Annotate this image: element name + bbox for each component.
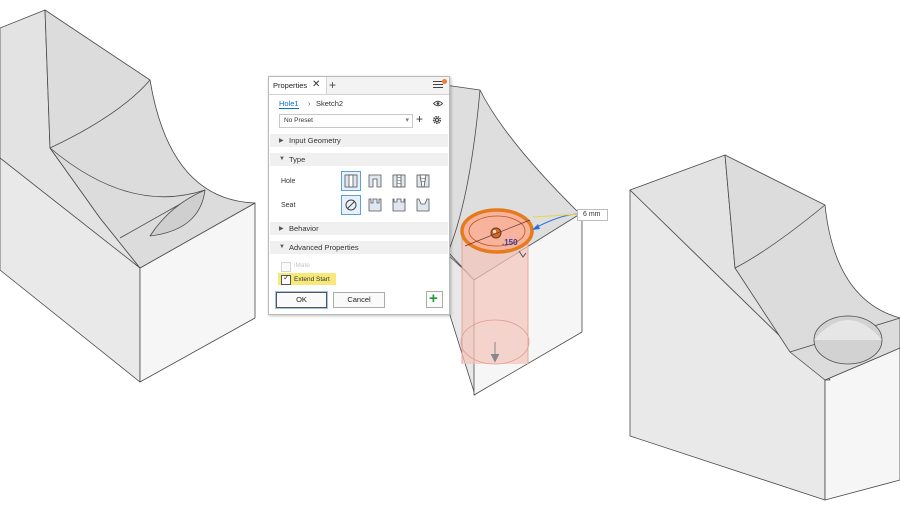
counterbore-icon bbox=[368, 198, 382, 212]
section-advanced-properties[interactable]: ▼ Advanced Properties bbox=[270, 241, 448, 254]
add-preset-button[interactable]: + bbox=[416, 112, 423, 126]
add-tab-icon[interactable]: + bbox=[329, 78, 336, 92]
ok-button[interactable]: OK bbox=[276, 292, 327, 308]
panel-tabbar: Properties ✕ + bbox=[269, 77, 449, 95]
section-input-geometry-label: Input Geometry bbox=[289, 136, 341, 145]
expanded-arrow-icon: ▼ bbox=[279, 244, 285, 250]
properties-panel: Properties ✕ + Hole1 › Sketch2 No Preset… bbox=[268, 76, 450, 315]
extend-start-label: Extend Start bbox=[294, 276, 330, 283]
hole-taper-tapped-button[interactable] bbox=[413, 171, 433, 191]
preset-dropdown[interactable]: No Preset ▾ bbox=[279, 114, 413, 128]
imate-checkbox bbox=[281, 262, 291, 272]
apply-button[interactable]: + bbox=[426, 290, 443, 308]
seat-countersink-button[interactable] bbox=[413, 195, 433, 215]
tab-properties[interactable]: Properties ✕ bbox=[269, 77, 327, 94]
section-behavior[interactable]: ▶ Behavior bbox=[270, 222, 448, 235]
breadcrumb-separator: › bbox=[308, 99, 311, 108]
right-block-model bbox=[629, 154, 900, 501]
countersink-icon bbox=[416, 198, 430, 212]
simple-hole-icon bbox=[344, 174, 358, 188]
expanded-arrow-icon: ▼ bbox=[279, 156, 285, 162]
no-seat-icon bbox=[345, 199, 357, 211]
seat-row-label: Seat bbox=[281, 202, 296, 209]
tapped-hole-icon bbox=[392, 174, 406, 188]
notification-dot bbox=[442, 79, 447, 84]
clearance-hole-icon bbox=[368, 174, 382, 188]
hole-clearance-button[interactable] bbox=[365, 171, 385, 191]
gear-icon[interactable] bbox=[432, 115, 442, 125]
cancel-button[interactable]: Cancel bbox=[333, 292, 385, 308]
seat-none-button[interactable] bbox=[341, 195, 361, 215]
hole-tapped-button[interactable] bbox=[389, 171, 409, 191]
section-behavior-label: Behavior bbox=[289, 224, 319, 233]
imate-label: iMate bbox=[294, 262, 310, 269]
3d-model-viewport[interactable] bbox=[0, 0, 900, 506]
section-input-geometry[interactable]: ▶ Input Geometry bbox=[270, 134, 448, 147]
extend-start-option[interactable]: ✓ Extend Start bbox=[278, 273, 336, 285]
section-type-label: Type bbox=[289, 155, 306, 164]
section-advanced-label: Advanced Properties bbox=[289, 243, 359, 252]
close-icon[interactable]: ✕ bbox=[312, 79, 320, 91]
chevron-down-icon: ▾ bbox=[405, 117, 409, 124]
eye-icon[interactable] bbox=[433, 100, 443, 107]
tab-properties-label: Properties bbox=[273, 81, 308, 90]
extend-start-checkbox[interactable]: ✓ bbox=[281, 273, 291, 285]
diameter-dimension-label[interactable]: 6 mm bbox=[577, 209, 608, 221]
hole-simple-button[interactable] bbox=[341, 171, 361, 191]
section-type[interactable]: ▼ Type bbox=[270, 153, 448, 166]
spotface-icon bbox=[392, 198, 406, 212]
preset-value: No Preset bbox=[284, 117, 313, 124]
collapsed-arrow-icon: ▶ bbox=[279, 226, 284, 232]
taper-tapped-hole-icon bbox=[416, 174, 430, 188]
checkmark-icon: ✓ bbox=[283, 273, 290, 282]
collapsed-arrow-icon: ▶ bbox=[279, 138, 284, 144]
left-block-model bbox=[0, 9, 256, 383]
breadcrumb-feature[interactable]: Hole1 bbox=[279, 99, 299, 109]
depth-dimension-label[interactable]: .150 bbox=[502, 238, 518, 247]
seat-counterbore-button[interactable] bbox=[365, 195, 385, 215]
breadcrumb-sketch[interactable]: Sketch2 bbox=[316, 99, 343, 108]
seat-spotface-button[interactable] bbox=[389, 195, 409, 215]
hole-row-label: Hole bbox=[281, 178, 296, 185]
plus-icon: + bbox=[429, 290, 438, 307]
diameter-value: 6 mm bbox=[583, 211, 601, 218]
